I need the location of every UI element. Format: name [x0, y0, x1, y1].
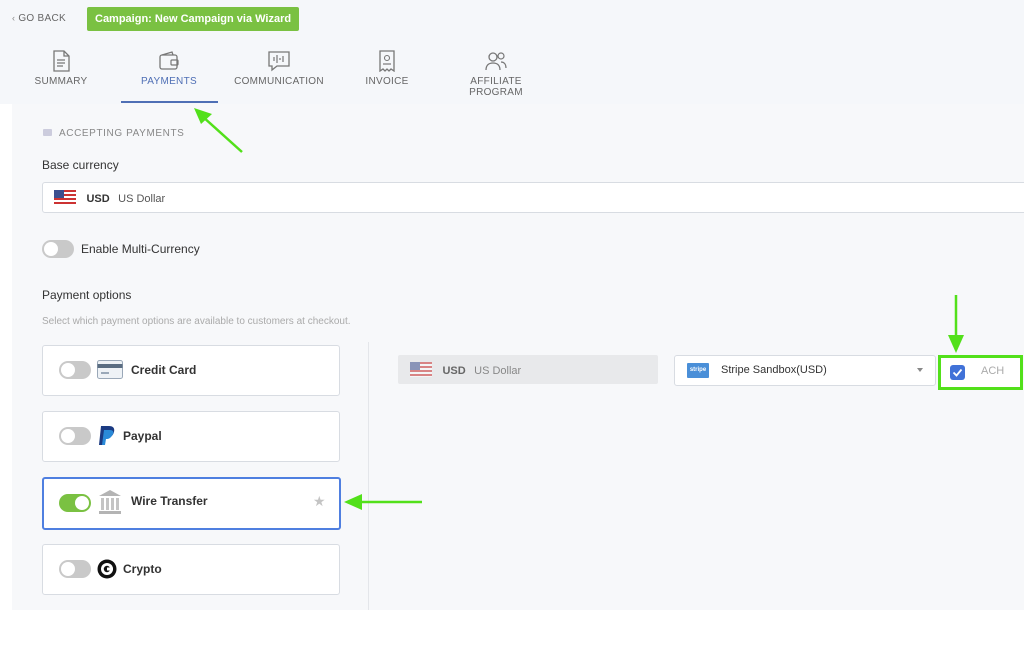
top-navigation: ‹ GO BACK Campaign: New Campaign via Wiza… — [0, 0, 1024, 104]
tab-invoice[interactable]: INVOICE — [361, 50, 413, 87]
tab-affiliate-program[interactable]: AFFILIATE PROGRAM — [444, 50, 548, 98]
detail-currency-name: US Dollar — [474, 365, 522, 377]
ach-option[interactable]: ACH — [938, 355, 1023, 390]
chat-waveform-icon — [268, 51, 290, 72]
paypal-icon — [99, 426, 115, 445]
column-divider — [368, 342, 369, 610]
toggle-knob — [44, 242, 58, 256]
payment-gateway-value: Stripe Sandbox(USD) — [721, 364, 827, 376]
go-back-link[interactable]: ‹ GO BACK — [12, 13, 66, 24]
detail-currency-code: USD — [442, 365, 466, 377]
paypal-label: Paypal — [123, 429, 162, 443]
ach-label: ACH — [981, 365, 1005, 377]
ach-checkbox[interactable] — [950, 365, 965, 380]
chevron-left-icon: ‹ — [12, 13, 16, 23]
payment-option-paypal[interactable]: Paypal — [42, 411, 340, 462]
us-flag-icon — [410, 362, 432, 378]
payment-gateway-select[interactable]: stripe Stripe Sandbox(USD) — [674, 355, 936, 386]
base-currency-select[interactable]: USD US Dollar — [42, 182, 1024, 213]
star-icon[interactable]: ★ — [313, 493, 326, 510]
credit-card-toggle[interactable] — [59, 361, 91, 379]
payment-options-hint: Select which payment options are availab… — [42, 316, 351, 327]
section-icon — [43, 129, 52, 136]
toggle-knob — [61, 562, 75, 576]
credit-card-label: Credit Card — [131, 363, 197, 377]
crypto-icon — [97, 559, 117, 579]
tab-affiliate-program-label: AFFILIATE PROGRAM — [469, 76, 523, 98]
tab-invoice-label: INVOICE — [365, 76, 409, 87]
receipt-icon — [379, 50, 395, 72]
section-title: ACCEPTING PAYMENTS — [43, 128, 184, 139]
stripe-logo-icon: stripe — [687, 363, 709, 378]
bank-icon — [99, 490, 121, 514]
tab-communication-label: COMMUNICATION — [234, 76, 324, 87]
payment-option-credit-card[interactable]: Credit Card — [42, 345, 340, 396]
campaign-badge: Campaign: New Campaign via Wizard — [87, 7, 300, 31]
multi-currency-label: Enable Multi-Currency — [81, 242, 200, 256]
wallet-icon — [159, 51, 179, 70]
credit-card-icon — [97, 360, 123, 379]
payment-options-label: Payment options — [42, 288, 132, 302]
tab-summary-label: SUMMARY — [34, 76, 88, 87]
base-currency-label: Base currency — [42, 158, 119, 172]
base-currency-name: US Dollar — [118, 193, 166, 205]
tab-summary[interactable]: SUMMARY — [30, 50, 92, 87]
wire-transfer-currency-field: USD US Dollar — [398, 355, 658, 384]
section-title-label: ACCEPTING PAYMENTS — [59, 128, 185, 139]
multi-currency-toggle[interactable] — [42, 240, 74, 258]
crypto-toggle[interactable] — [59, 560, 91, 578]
users-icon — [485, 52, 507, 71]
wire-transfer-toggle[interactable] — [59, 494, 91, 512]
crypto-label: Crypto — [123, 562, 162, 576]
tab-payments[interactable]: PAYMENTS — [138, 50, 200, 87]
wire-transfer-label: Wire Transfer — [131, 494, 208, 508]
tab-payments-label: PAYMENTS — [141, 76, 197, 87]
document-icon — [53, 50, 70, 72]
chevron-down-icon — [917, 368, 923, 372]
go-back-label: GO BACK — [18, 13, 66, 24]
payment-option-wire-transfer[interactable]: Wire Transfer ★ — [42, 477, 341, 530]
us-flag-icon — [54, 190, 76, 206]
base-currency-code: USD — [86, 193, 110, 205]
toggle-knob — [75, 496, 89, 510]
active-tab-indicator — [121, 101, 218, 103]
toggle-knob — [61, 363, 75, 377]
tab-communication[interactable]: COMMUNICATION — [233, 50, 325, 87]
payment-option-crypto[interactable]: Crypto — [42, 544, 340, 595]
checkmark-icon — [952, 368, 963, 377]
toggle-knob — [61, 429, 75, 443]
paypal-toggle[interactable] — [59, 427, 91, 445]
